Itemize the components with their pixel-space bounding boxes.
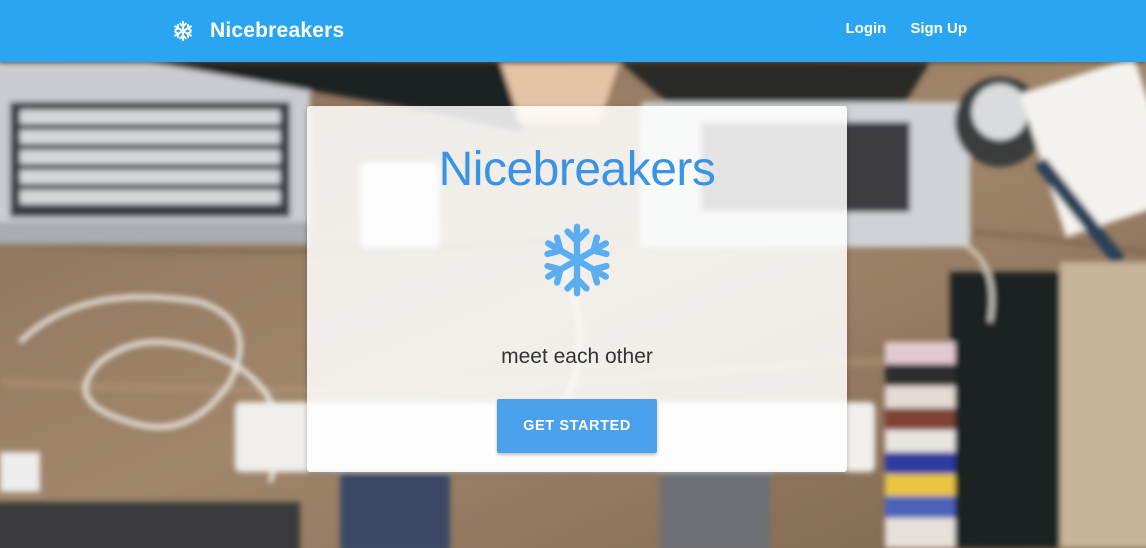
hero-section: Nicebreakers meet each other GET STARTED <box>0 62 1146 548</box>
top-navbar: Nicebreakers Login Sign Up <box>0 0 1146 62</box>
snowflake-icon <box>174 20 192 42</box>
get-started-button[interactable]: GET STARTED <box>497 399 657 453</box>
nav-links: Login Sign Up <box>846 20 968 37</box>
hero-card: Nicebreakers meet each other GET STARTED <box>307 106 847 472</box>
snowflake-icon <box>544 223 610 297</box>
signup-link[interactable]: Sign Up <box>910 20 967 37</box>
hero-tagline: meet each other <box>501 345 653 368</box>
login-link[interactable]: Login <box>846 20 887 37</box>
brand-name: Nicebreakers <box>210 19 345 42</box>
brand-logo[interactable]: Nicebreakers <box>172 17 344 45</box>
hero-title: Nicebreakers <box>438 143 716 196</box>
